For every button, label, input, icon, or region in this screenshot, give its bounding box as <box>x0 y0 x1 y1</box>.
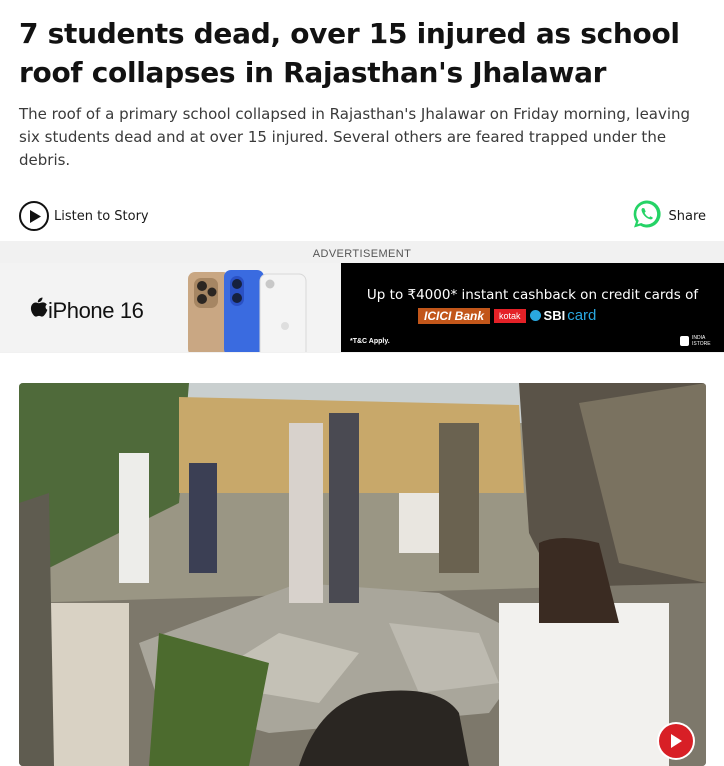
listen-to-story-label: Listen to Story <box>54 208 149 224</box>
advertisement-label: ADVERTISEMENT <box>312 248 412 260</box>
iphone-logo: iPhone 16 <box>30 297 144 324</box>
sbi-card-logo: SBI card <box>529 307 597 324</box>
sbi-card-label: card <box>567 307 597 324</box>
video-thumbnail <box>19 383 706 766</box>
play-icon <box>671 734 682 748</box>
kotak-logo: kotak <box>494 308 526 323</box>
share-button[interactable]: Share <box>631 198 706 235</box>
article-summary: The roof of a primary school collapsed i… <box>19 105 691 169</box>
video-player[interactable] <box>19 383 706 766</box>
share-label: Share <box>668 208 706 224</box>
apple-icon <box>30 297 48 324</box>
sbi-label: SBI <box>543 308 566 323</box>
india-istore-logo: INDIA ISTORE <box>680 335 711 347</box>
play-circle-icon <box>19 201 49 231</box>
cashback-offer-text: Up to ₹4000* instant cashback on credit … <box>366 287 699 303</box>
bank-logos: ICICI Bank kotak SBI card <box>418 307 596 324</box>
icici-bank-logo: ICICI Bank <box>418 307 491 324</box>
iphone-product-image <box>188 270 307 352</box>
article-headline: 7 students dead, over 15 injured as scho… <box>19 17 680 89</box>
iphone-product-label: iPhone 16 <box>48 297 144 323</box>
istore-icon <box>680 336 689 346</box>
terms-note: *T&C Apply. <box>350 338 390 345</box>
whatsapp-icon <box>631 198 663 235</box>
sbi-icon <box>529 310 541 321</box>
listen-to-story-button[interactable]: Listen to Story <box>19 201 149 231</box>
istore-label-line2: ISTORE <box>692 341 711 347</box>
video-play-button[interactable] <box>657 722 695 760</box>
